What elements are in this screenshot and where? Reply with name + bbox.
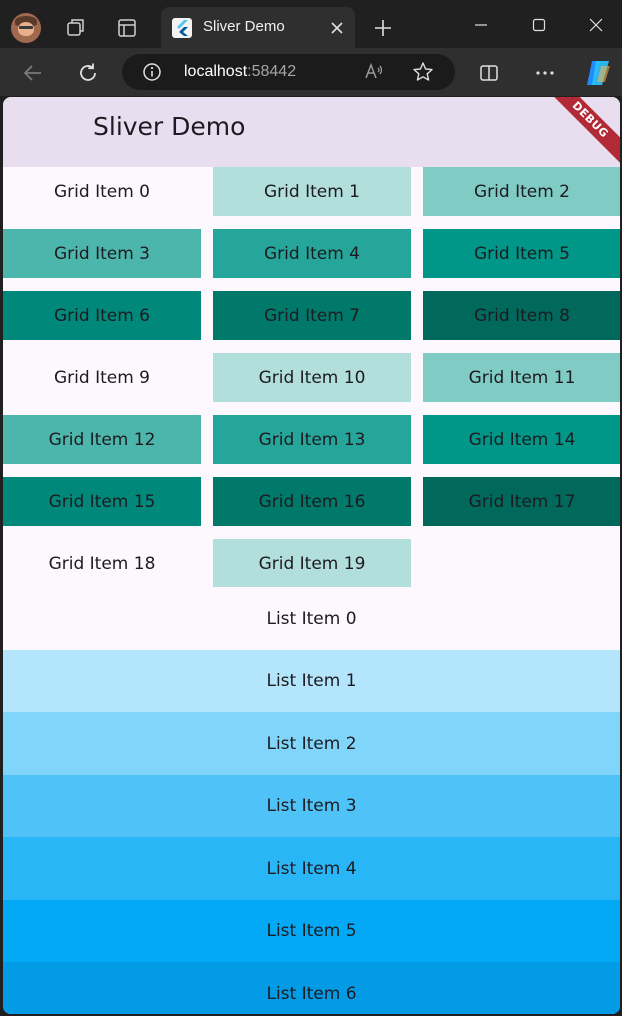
favorite-star-icon[interactable] (412, 61, 434, 83)
grid-item[interactable]: Grid Item 4 (213, 229, 411, 278)
browser-tab-active[interactable]: Sliver Demo (161, 7, 355, 48)
profile-avatar[interactable] (11, 13, 41, 43)
url-text[interactable]: localhost:58442 (184, 63, 296, 81)
new-tab-icon[interactable] (370, 15, 396, 41)
refresh-icon[interactable] (73, 58, 103, 88)
grid-item[interactable]: Grid Item 17 (423, 477, 620, 526)
grid-item[interactable]: Grid Item 7 (213, 291, 411, 340)
site-info-icon[interactable] (142, 62, 162, 82)
list-item[interactable]: List Item 5 (3, 899, 620, 963)
grid-item[interactable]: Grid Item 2 (423, 167, 620, 216)
grid-item[interactable]: Grid Item 1 (213, 167, 411, 216)
grid-item[interactable]: Grid Item 0 (3, 167, 201, 216)
maximize-icon[interactable] (522, 10, 556, 40)
grid-item[interactable]: Grid Item 12 (3, 415, 201, 464)
grid-item[interactable]: Grid Item 18 (3, 539, 201, 588)
browser-titlebar: Sliver Demo (0, 0, 622, 55)
browser-toolbar: localhost:58442 (0, 48, 622, 96)
app-bar: Sliver Demo (3, 97, 620, 167)
read-aloud-icon[interactable] (363, 61, 385, 83)
address-bar[interactable]: localhost:58442 (122, 54, 455, 90)
list-item[interactable]: List Item 0 (3, 587, 620, 650)
grid-item[interactable]: Grid Item 6 (3, 291, 201, 340)
grid-item[interactable]: Grid Item 8 (423, 291, 620, 340)
grid-item[interactable]: Grid Item 14 (423, 415, 620, 464)
back-icon[interactable] (18, 58, 48, 88)
grid-item[interactable]: Grid Item 13 (213, 415, 411, 464)
flutter-favicon-icon (172, 18, 192, 38)
app-title: Sliver Demo (93, 112, 246, 141)
list-item[interactable]: List Item 3 (3, 774, 620, 838)
copilot-icon[interactable] (583, 58, 613, 88)
grid-item[interactable]: Grid Item 9 (3, 353, 201, 402)
list-item[interactable]: List Item 6 (3, 962, 620, 1014)
close-tab-icon[interactable] (327, 18, 347, 38)
grid-item[interactable]: Grid Item 19 (213, 539, 411, 588)
close-window-icon[interactable] (579, 10, 613, 40)
grid-item[interactable]: Grid Item 16 (213, 477, 411, 526)
grid-item[interactable]: Grid Item 11 (423, 353, 620, 402)
list-item[interactable]: List Item 4 (3, 837, 620, 900)
tab-title: Sliver Demo (203, 18, 285, 35)
grid-item[interactable]: Grid Item 10 (213, 353, 411, 402)
tab-actions-icon[interactable] (114, 15, 140, 41)
app-viewport: Sliver Demo DEBUG Grid Item 0 Grid Item 1… (3, 97, 620, 1014)
grid-item[interactable]: Grid Item 3 (3, 229, 201, 278)
list-item[interactable]: List Item 1 (3, 649, 620, 713)
list-item[interactable]: List Item 2 (3, 712, 620, 775)
grid-item[interactable]: Grid Item 5 (423, 229, 620, 278)
grid-item[interactable]: Grid Item 15 (3, 477, 201, 526)
minimize-icon[interactable] (464, 10, 498, 40)
split-screen-icon[interactable] (474, 58, 504, 88)
more-options-icon[interactable] (530, 58, 560, 88)
workspaces-icon[interactable] (63, 15, 89, 41)
